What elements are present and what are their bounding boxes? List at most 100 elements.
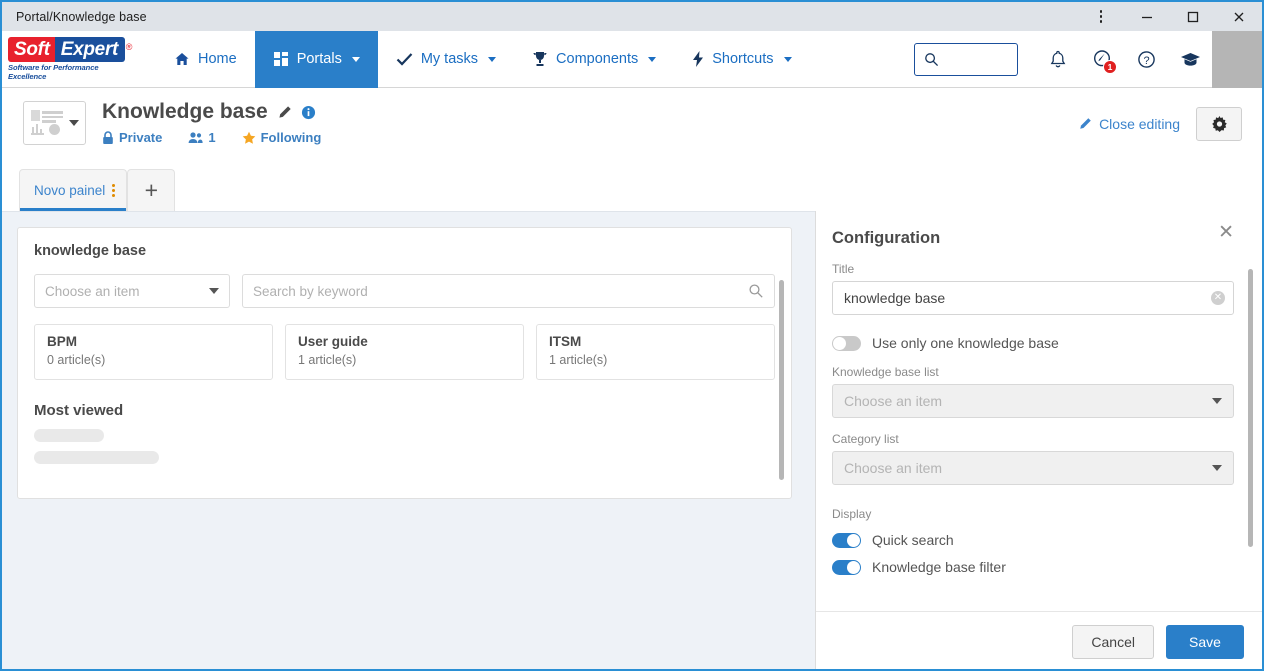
panel-layout-thumbnail [30, 110, 65, 136]
maximize-icon [1187, 11, 1199, 22]
add-tab-button[interactable]: + [127, 169, 176, 211]
clear-icon[interactable]: ✕ [1211, 291, 1225, 305]
kb-card-count: 1 article(s) [549, 353, 608, 367]
list-item[interactable]: User guide 1 article(s) [285, 324, 524, 380]
close-icon[interactable]: ✕ [1218, 223, 1234, 242]
widget-controls: Choose an item Search by keyword [34, 274, 775, 308]
logo-expert-text: Expert ® [54, 36, 132, 62]
check-icon [396, 52, 413, 66]
widget-scrollbar[interactable] [779, 280, 784, 480]
knowledge-base-cards: BPM 0 article(s) User guide 1 article(s)… [34, 324, 775, 380]
kb-card-count: 1 article(s) [298, 353, 357, 367]
nav-item-components[interactable]: Components [514, 31, 674, 88]
settings-button[interactable] [1196, 107, 1242, 141]
close-editing-button[interactable]: Close editing [1078, 116, 1180, 132]
use-one-kb-toggle[interactable] [832, 335, 861, 351]
panel-layout-icon[interactable] [23, 101, 86, 145]
skeleton-placeholder [34, 429, 104, 442]
window-close-button[interactable] [1216, 2, 1262, 31]
nav-item-portals[interactable]: Portals [254, 30, 378, 88]
notifications-button[interactable] [1036, 31, 1080, 88]
toggle-knob [833, 336, 846, 350]
kb-list-select[interactable]: Choose an item [832, 384, 1234, 418]
list-item[interactable]: ITSM 1 article(s) [536, 324, 775, 380]
home-icon [175, 53, 189, 65]
kb-filter-row: Knowledge base filter [832, 559, 1234, 575]
avatar[interactable] [1212, 30, 1262, 88]
nav-item-my-tasks[interactable]: My tasks [378, 31, 514, 88]
kb-filter-select[interactable]: Choose an item [34, 274, 230, 308]
cancel-button[interactable]: Cancel [1072, 624, 1154, 659]
page-header-actions: Close editing [1078, 107, 1242, 141]
page-title-row: Knowledge base [102, 100, 321, 124]
nav-item-home[interactable]: Home [156, 31, 255, 88]
page-header: Knowledge base Private 1 Following Close… [2, 88, 1262, 166]
kb-filter-toggle[interactable] [832, 559, 861, 575]
add-tab-label: + [144, 177, 159, 203]
search-icon[interactable] [748, 283, 764, 299]
configuration-title: Configuration [832, 229, 941, 247]
category-list-label: Category list [832, 432, 899, 446]
chevron-down-icon [488, 56, 497, 62]
search-input[interactable] [914, 42, 1018, 76]
configuration-body: Configuration ✕ Title knowledge base ✕ U… [816, 211, 1262, 611]
kebab-menu-icon [1099, 10, 1103, 23]
minimize-icon [1142, 16, 1152, 18]
academy-button[interactable] [1168, 31, 1212, 88]
nav-right-actions: 1 ? [914, 30, 1262, 88]
nav-item-shortcuts[interactable]: Shortcuts [674, 31, 809, 88]
bell-icon [1050, 50, 1066, 67]
kb-card-name: BPM [47, 334, 77, 349]
nav-items: Home Portals My tasks Components Shortcu… [156, 30, 810, 88]
list-item[interactable]: BPM 0 article(s) [34, 324, 273, 380]
window-maximize-button[interactable] [1170, 2, 1216, 31]
members-count-label: 1 [208, 130, 216, 145]
chevron-down-icon [209, 288, 219, 294]
nav-item-shortcuts-label: Shortcuts [712, 51, 774, 67]
window-title-bar: Portal/Knowledge base [2, 2, 1262, 31]
category-list-select[interactable]: Choose an item [832, 451, 1234, 485]
logo-soft-text: Soft [8, 36, 55, 62]
chevron-down-icon [783, 56, 792, 62]
help-button[interactable]: ? [1124, 31, 1168, 88]
kb-card-count: 0 article(s) [47, 353, 106, 367]
nav-item-my-tasks-label: My tasks [420, 51, 479, 67]
window-menu-button[interactable] [1078, 2, 1124, 31]
softexpert-logo[interactable]: Soft Expert ® Software for Performance E… [8, 36, 136, 82]
graduation-cap-icon [1180, 52, 1200, 66]
tab-menu-icon[interactable] [112, 184, 116, 197]
tab-novo-painel[interactable]: Novo painel [19, 169, 128, 211]
application-window: Portal/Knowledge base Soft Expert ® Soft… [0, 0, 1264, 671]
chevron-down-icon [1212, 465, 1222, 471]
use-one-kb-label: Use only one knowledge base [872, 335, 1059, 351]
nav-item-portals-label: Portals [296, 51, 342, 67]
skeleton-placeholder [34, 451, 159, 464]
configuration-header: Configuration ✕ [832, 223, 1234, 248]
tab-novo-painel-label: Novo painel [34, 183, 106, 198]
keyword-search-input[interactable]: Search by keyword [242, 274, 775, 308]
knowledge-base-widget[interactable]: knowledge base Choose an item Search by … [17, 227, 792, 499]
window-minimize-button[interactable] [1124, 2, 1170, 31]
quick-search-label: Quick search [872, 532, 954, 548]
title-field[interactable]: knowledge base ✕ [832, 281, 1234, 315]
configuration-scrollbar[interactable] [1248, 269, 1253, 547]
quick-search-row: Quick search [832, 532, 1234, 548]
svg-text:?: ? [1143, 55, 1149, 67]
chevron-down-icon [351, 56, 360, 62]
info-icon[interactable] [301, 105, 316, 120]
page-header-text: Knowledge base Private 1 Following [102, 100, 321, 145]
support-button[interactable]: 1 [1080, 31, 1124, 88]
logo-tagline: Software for Performance Excellence [8, 63, 99, 82]
panel-tabs: Novo painel + [2, 166, 1262, 211]
quick-search-toggle[interactable] [832, 532, 861, 548]
close-editing-label: Close editing [1099, 116, 1180, 132]
pencil-icon[interactable] [277, 105, 292, 120]
nav-item-home-label: Home [198, 51, 237, 67]
gear-icon [1211, 115, 1227, 132]
chevron-down-icon [68, 120, 79, 126]
save-button[interactable]: Save [1166, 624, 1244, 659]
following-status[interactable]: Following [242, 130, 321, 145]
display-section-label: Display [832, 507, 872, 521]
registered-mark: ® [125, 41, 133, 52]
keyword-search-placeholder: Search by keyword [253, 283, 368, 299]
